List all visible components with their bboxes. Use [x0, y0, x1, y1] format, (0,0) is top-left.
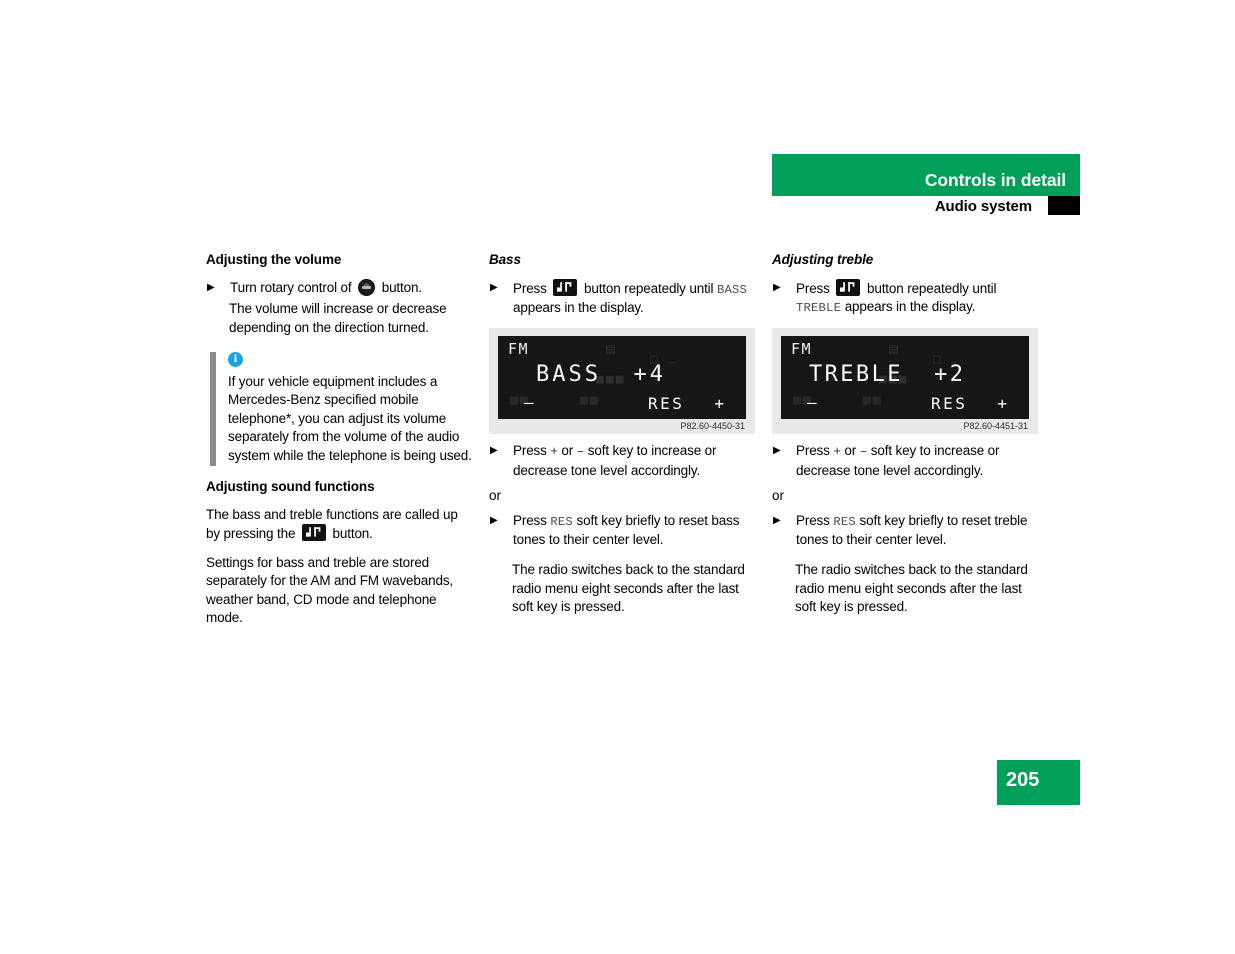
section-title: Audio system [934, 198, 1032, 215]
step-text-post: button. [381, 279, 422, 295]
display-token-treble: TREBLE [796, 301, 842, 316]
page-number-badge: 205 [997, 760, 1080, 805]
figure-caption: P82.60-4450-31 [680, 421, 745, 432]
step-text: Press RES soft key briefly to reset bass… [513, 512, 755, 550]
step-press-sound-button-bass: ▶ Press button repeatedly until BASS app… [489, 278, 755, 318]
step-text: Turn rotary control of button. [230, 278, 472, 298]
timeout-note-bass: The radio switches back to the standard … [512, 562, 745, 615]
softkey-plus-token: + [833, 445, 841, 460]
page-number-text: 205 [1006, 769, 1040, 791]
lcd-main-readout: BASS +4 [536, 362, 666, 388]
step-text: Press button repeatedly until TREBLE app… [796, 278, 1038, 318]
step-text-post: appears in the display. [513, 300, 644, 316]
lcd-softkey-minus: – [524, 393, 534, 413]
rotary-knob-icon [358, 278, 376, 296]
display-token-bass: BASS [717, 282, 748, 297]
figure-caption: P82.60-4451-31 [963, 421, 1028, 432]
lcd-ghost-artifact: ▩▩ [580, 393, 600, 409]
sound-paragraph-post: button. [332, 526, 373, 542]
step-press-res-treble: ▶ Press RES soft key briefly to reset tr… [772, 512, 1038, 550]
step-text-post: appears in the display. [844, 299, 976, 315]
step-text-or: or [561, 443, 574, 459]
right-column: Adjusting treble ▶ Press button repeated… [772, 252, 1038, 617]
note-side-rule [210, 351, 216, 466]
step-text: Press RES soft key briefly to reset treb… [796, 512, 1038, 550]
lcd-ghost-artifact: ▤ [889, 340, 904, 359]
lcd-waveband: FM [791, 340, 813, 359]
step-text-pre: Press [796, 512, 830, 528]
lcd-ghost-artifact: ▤ [606, 340, 621, 359]
lcd-main-readout: TREBLE +2 [809, 362, 966, 388]
lcd-screen-bass: ▤ □ ⚊ ■■■ ▩▩ ▩▩ FM BASS +4 – RES + [498, 336, 746, 420]
heading-adjusting-the-volume: Adjusting the volume [206, 252, 342, 267]
step-text-post: soft key briefly to reset treble tones t… [796, 512, 1028, 548]
sound-settings-paragraph: Settings for bass and treble are stored … [206, 554, 454, 626]
softkey-res-token: RES [550, 514, 573, 529]
lcd-screen-treble: ▤ □ ⚊ ■■■ ▩▩ ▩▩ FM TREBLE +2 – RES + [781, 336, 1029, 420]
step-text-mid: button repeatedly until [583, 280, 714, 296]
left-column: Adjusting the volume ▶ Turn rotary contr… [206, 252, 472, 638]
info-icon [228, 351, 243, 367]
bullet-triangle-icon: ▶ [207, 281, 215, 293]
lcd-waveband: FM [508, 340, 530, 359]
heading-adjusting-sound-functions: Adjusting sound functions [206, 478, 375, 494]
bullet-triangle-icon: ▶ [490, 445, 498, 457]
step-text-or: or [844, 443, 857, 459]
heading-adjusting-treble: Adjusting treble [772, 252, 874, 267]
step-text-pre: Turn rotary control of [230, 279, 352, 295]
or-separator: or [489, 488, 502, 504]
bullet-triangle-icon: ▶ [490, 514, 498, 526]
info-note-text: If your vehicle equipment includes a Mer… [228, 373, 472, 464]
softkey-minus-token: – [859, 445, 868, 460]
step-press-plus-minus-treble: ▶ Press + or – soft key to increase or d… [772, 442, 1038, 480]
info-note-block: If your vehicle equipment includes a Mer… [206, 351, 472, 466]
step-text: Press button repeatedly until BASS appea… [513, 278, 755, 318]
or-separator: or [772, 488, 785, 504]
sound-functions-paragraph: The bass and treble functions are called… [206, 506, 472, 544]
bullet-triangle-icon: ▶ [773, 514, 781, 526]
music-note-button-icon [301, 524, 326, 542]
chapter-tab-marker [1048, 196, 1080, 215]
lcd-softkey-res: RES [648, 394, 685, 414]
section-header: Audio system [772, 196, 1080, 222]
step-text-pre: Press [513, 443, 547, 459]
lcd-softkey-plus: + [997, 394, 1007, 414]
step-text-mid: button repeatedly until [866, 280, 997, 296]
step-text: Press + or – soft key to increase or dec… [513, 442, 755, 480]
step-press-res-bass: ▶ Press RES soft key briefly to reset ba… [489, 512, 755, 550]
lcd-softkey-minus: – [807, 393, 817, 413]
step-press-sound-button-treble: ▶ Press button repeatedly until TREBLE a… [772, 278, 1038, 318]
chapter-header-band: Controls in detail [772, 154, 1080, 196]
figure-bass-display: ▤ □ ⚊ ■■■ ▩▩ ▩▩ FM BASS +4 – RES + P82.6… [489, 328, 755, 435]
step-text-pre: Press [513, 512, 547, 528]
chapter-title: Controls in detail [924, 170, 1066, 190]
step-text: Press + or – soft key to increase or dec… [796, 442, 1038, 480]
volume-result-text: The volume will increase or decrease dep… [229, 301, 447, 336]
figure-treble-display: ▤ □ ⚊ ■■■ ▩▩ ▩▩ FM TREBLE +2 – RES + P82… [772, 328, 1038, 435]
bullet-triangle-icon: ▶ [773, 281, 781, 293]
step-turn-rotary-control: ▶ Turn rotary control of button. [206, 278, 472, 298]
lcd-softkey-res: RES [931, 394, 968, 414]
softkey-plus-token: + [550, 445, 558, 460]
softkey-minus-token: – [576, 445, 585, 460]
music-note-button-icon [553, 278, 578, 296]
softkey-res-token: RES [833, 514, 856, 529]
music-note-button-icon [836, 278, 861, 296]
step-press-plus-minus-bass: ▶ Press + or – soft key to increase or d… [489, 442, 755, 480]
bullet-triangle-icon: ▶ [490, 281, 498, 293]
heading-bass: Bass [489, 252, 521, 267]
middle-column: Bass ▶ Press button repeatedly until BAS… [489, 252, 755, 617]
step-text-post: soft key briefly to reset bass tones to … [513, 512, 740, 548]
lcd-softkey-plus: + [714, 394, 724, 414]
bullet-triangle-icon: ▶ [773, 445, 781, 457]
step-text-pre: Press [796, 280, 830, 296]
timeout-note-treble: The radio switches back to the standard … [795, 562, 1028, 615]
lcd-ghost-artifact: ▩▩ [863, 393, 883, 409]
step-text-pre: Press [513, 280, 547, 296]
step-text-pre: Press [796, 443, 830, 459]
